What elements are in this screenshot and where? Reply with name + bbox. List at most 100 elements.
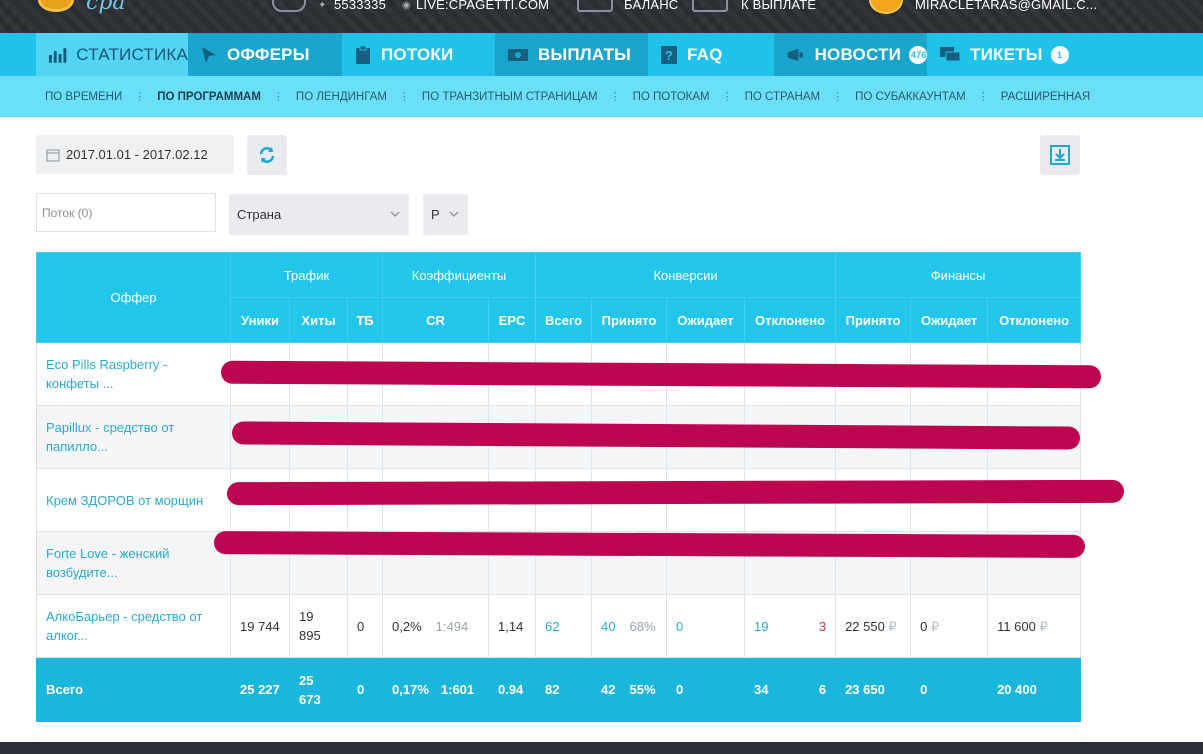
total-conv-rejected: 34 6 <box>744 657 837 722</box>
group-coef-header: Коэффициенты <box>382 252 537 298</box>
group-conversions-header: Конверсии <box>535 252 837 298</box>
country-select[interactable]: Страна <box>229 194 409 235</box>
fin-pending-value: 0 <box>920 618 928 634</box>
subnav-by-countries[interactable]: ПО СТРАНАМ <box>745 91 820 103</box>
tickets-count-badge: 1 <box>1050 45 1069 64</box>
tab-streams[interactable]: ПОТОКИ <box>342 33 495 76</box>
chevron-down-icon <box>390 211 400 218</box>
table-row: АлкоБарьер - средство от алког... 19 744… <box>36 594 1082 658</box>
svg-text:?: ? <box>665 48 673 63</box>
logo-icon[interactable] <box>38 0 74 12</box>
col-cr-header[interactable]: CR <box>382 297 490 343</box>
fin-rejected-value: 11 600 <box>997 618 1036 634</box>
fin-accepted-value: 22 550 <box>845 618 885 634</box>
total-rejected-extra: 6 <box>818 682 827 697</box>
country-select-value: Страна <box>237 207 282 222</box>
tab-label: НОВОСТИ <box>814 44 901 64</box>
total-tb: 0 <box>346 657 384 722</box>
clipboard-icon <box>356 45 370 64</box>
cr-cell: 0,2% 1:494 <box>382 594 490 658</box>
sub-nav: ПО ВРЕМЕНИ ⋮ ПО ПРОГРАММАМ ⋮ ПО ЛЕНДИНГА… <box>0 76 1203 117</box>
subnav-by-time[interactable]: ПО ВРЕМЕНИ <box>45 91 122 103</box>
date-range-picker[interactable]: 2017.01.01 - 2017.02.12 <box>36 135 234 174</box>
export-button[interactable] <box>1040 135 1080 175</box>
col-conv-accepted-header[interactable]: Принято <box>591 297 668 343</box>
col-fin-pending-header[interactable]: Ожидает <box>910 297 989 343</box>
col-epc-header[interactable]: EPC <box>488 297 537 343</box>
fin-rejected-cell: 11 600 ₽ <box>987 594 1082 658</box>
currency-select-value: Р <box>431 207 440 222</box>
payout-label[interactable]: К ВЫПЛАТЕ <box>741 0 816 12</box>
total-hits: 25 673 <box>289 657 348 722</box>
conv-pending-link[interactable]: 0 <box>676 619 683 634</box>
col-hits-header[interactable]: Хиты <box>289 297 348 343</box>
subnav-by-landings[interactable]: ПО ЛЕНДИНГАМ <box>296 91 387 103</box>
total-conv-pending: 0 <box>666 657 746 722</box>
total-cr-value: 0,17% <box>392 682 429 697</box>
col-offer-header[interactable]: Оффер <box>36 252 231 343</box>
col-fin-accepted-header[interactable]: Принято <box>835 297 912 343</box>
col-conv-pending-header[interactable]: Ожидает <box>666 297 746 343</box>
total-epc: 0.94 <box>488 657 537 722</box>
conv-rejected-cell[interactable]: 19 3 <box>744 594 837 658</box>
col-tb-header[interactable]: ТБ <box>346 297 384 343</box>
total-fin-rejected: 20 400 <box>987 657 1082 722</box>
phone-icon <box>272 0 306 12</box>
subnav-by-subaccounts[interactable]: ПО СУБАККАУНТАМ <box>855 91 966 103</box>
total-cr: 0,17% 1:601 <box>382 657 490 722</box>
offer-link[interactable]: Крем ЗДОРОВ от морщин <box>36 468 231 532</box>
redaction-mark <box>220 360 1102 389</box>
logo-text[interactable]: cpa <box>86 0 126 15</box>
top-bar: cpa ✦ 5533335 ◉ LIVE:CPAGETTI.COM БАЛАНС… <box>0 0 1203 33</box>
avatar[interactable] <box>869 0 903 14</box>
col-conv-total-header[interactable]: Всего <box>535 297 593 343</box>
download-icon <box>1050 145 1070 165</box>
col-uniques-header[interactable]: Уники <box>230 297 290 343</box>
conv-accepted-link[interactable]: 40 <box>601 619 615 634</box>
group-finance-header: Финансы <box>835 252 1082 298</box>
offer-link[interactable]: Forte Love - женский возбудите... <box>36 531 231 595</box>
chat-icon <box>940 46 961 61</box>
conv-pending-cell[interactable]: 0 <box>666 594 746 658</box>
date-range-value: 2017.01.01 - 2017.02.12 <box>66 147 208 162</box>
currency-select[interactable]: Р <box>423 194 468 235</box>
col-fin-rejected-header[interactable]: Отклонено <box>987 297 1082 343</box>
tab-statistics[interactable]: СТАТИСТИКА <box>36 33 188 76</box>
conv-total-link[interactable]: 62 <box>545 619 559 634</box>
tab-tickets[interactable]: ТИКЕТЫ 1 <box>927 33 1080 76</box>
tab-label: ВЫПЛАТЫ <box>538 44 631 64</box>
total-uniques: 25 227 <box>230 657 290 722</box>
fin-pending-cell: 0 ₽ <box>910 594 989 658</box>
tab-payouts[interactable]: ВЫПЛАТЫ <box>495 33 648 76</box>
total-conv-total: 82 <box>535 657 593 722</box>
subnav-by-streams[interactable]: ПО ПОТОКАМ <box>633 91 710 103</box>
user-email[interactable]: MIRACLETARAS@GMAIL.C... <box>915 0 1097 12</box>
fin-accepted-cell: 22 550 ₽ <box>835 594 912 658</box>
bottom-bar <box>0 742 1203 754</box>
calendar-icon <box>46 149 60 161</box>
offer-link[interactable]: Eco Pills Raspberry - конфеты ... <box>36 342 231 406</box>
redaction-mark <box>226 479 1125 506</box>
conv-total-cell[interactable]: 62 <box>535 594 593 658</box>
tb-cell: 0 <box>346 594 384 658</box>
subnav-by-transit-pages[interactable]: ПО ТРАНЗИТНЫМ СТРАНИЦАМ <box>422 91 598 103</box>
group-traffic-header: Трафик <box>229 252 384 298</box>
offer-link[interactable]: Papillux - средство от папилло... <box>36 405 231 469</box>
tab-offers[interactable]: ОФФЕРЫ <box>188 33 342 76</box>
balance-label[interactable]: БАЛАНС <box>624 0 678 12</box>
chevron-down-icon <box>449 211 459 218</box>
conv-accepted-cell[interactable]: 40 68% <box>591 594 668 658</box>
offer-link[interactable]: АлкоБарьер - средство от алког... <box>36 594 231 658</box>
stream-input[interactable] <box>36 193 216 232</box>
subnav-advanced[interactable]: РАСШИРЕННАЯ <box>1001 91 1090 103</box>
refresh-button[interactable] <box>247 135 287 175</box>
subnav-by-programs[interactable]: ПО ПРОГРАММАМ <box>157 91 261 103</box>
tab-label: СТАТИСТИКА <box>76 44 188 64</box>
live-contact[interactable]: LIVE:CPAGETTI.COM <box>416 0 549 12</box>
col-conv-rejected-header[interactable]: Отклонено <box>744 297 837 343</box>
cr-value: 0,2% <box>392 618 422 634</box>
tab-news[interactable]: НОВОСТИ 476 <box>774 33 927 76</box>
tab-faq[interactable]: ? FAQ <box>648 33 774 76</box>
refresh-icon <box>259 147 275 163</box>
conv-rejected-link[interactable]: 19 <box>754 617 768 636</box>
